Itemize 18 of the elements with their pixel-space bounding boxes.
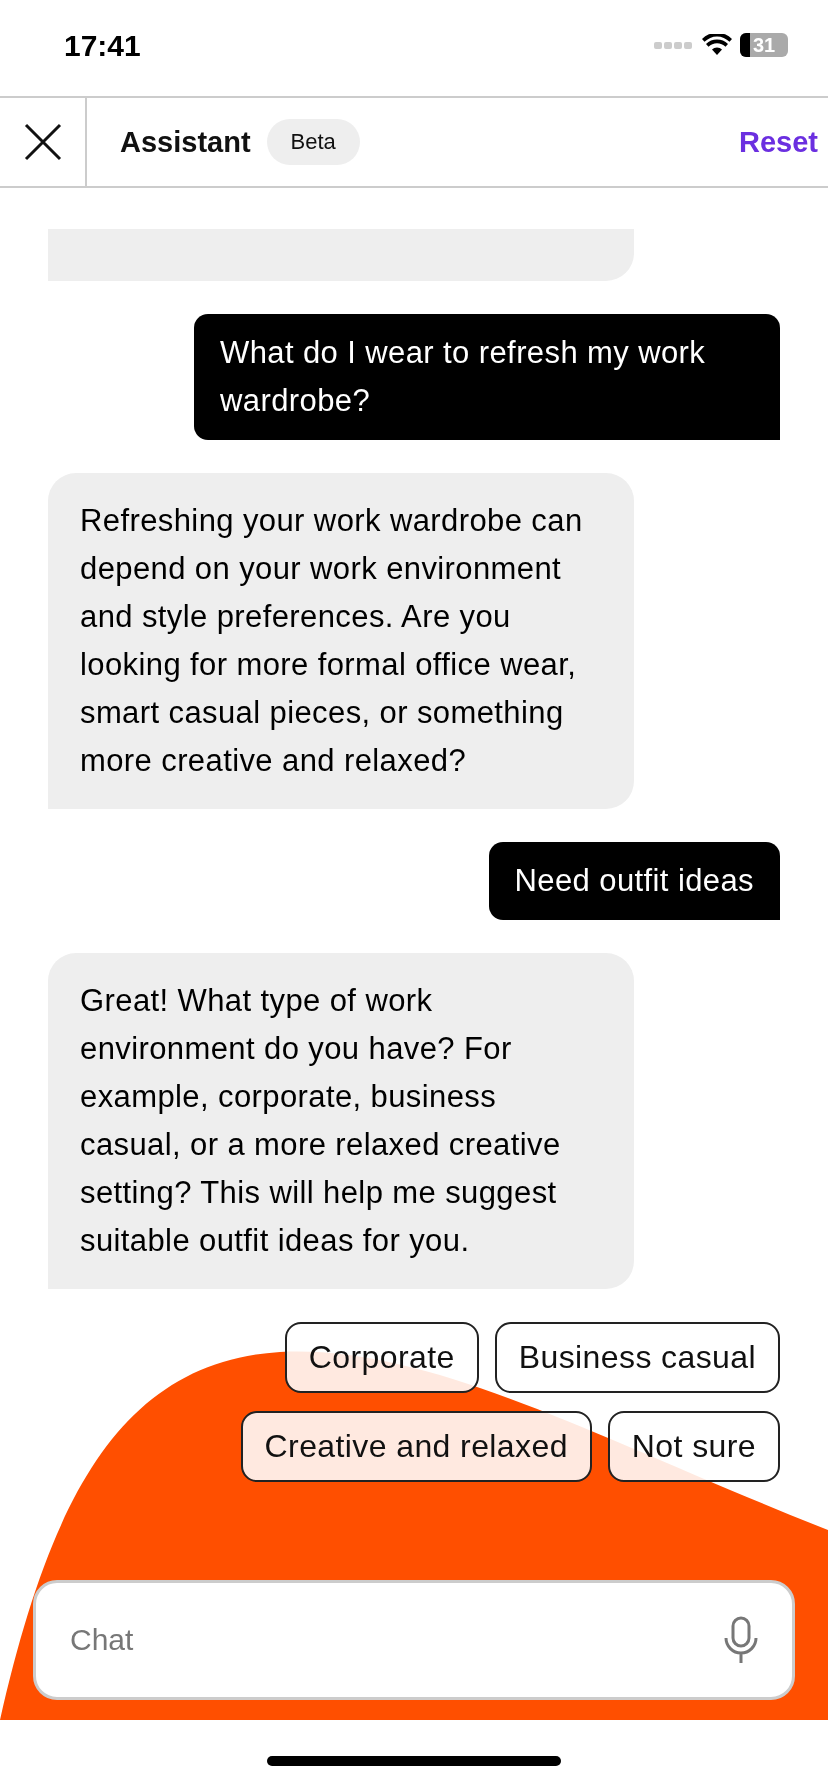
chat-input-field[interactable]: Chat [33,1580,795,1700]
microphone-icon[interactable] [723,1616,759,1664]
header-title: Assistant [120,125,251,159]
assistant-message: Great! What type of work environment do you have? For example, corporate, business casual, or a more relaxed creative setting? This will help me suggest suitable outfit ideas for you. [48,953,634,1289]
user-message: What do I wear to refresh my work wardrobe? [194,314,780,440]
status-time: 17:41 [64,29,141,63]
suggestion-chip[interactable]: Not sure [607,1411,780,1482]
user-message: Need outfit ideas [488,842,780,920]
suggestion-chip[interactable]: Creative and relaxed [240,1411,592,1482]
battery-icon: 31 [740,33,788,57]
suggestion-chip[interactable]: Business casual [494,1322,780,1393]
close-icon [23,123,62,161]
beta-badge: Beta [266,119,360,165]
wifi-icon [702,34,732,56]
signal-icon [654,40,694,50]
suggestion-chip[interactable]: Corporate [284,1322,479,1393]
reset-button[interactable]: Reset [739,125,818,159]
assistant-message: Refreshing your work wardrobe can depend on your work environment and style preferences. Are you looking for more formal office wear, smart casual pieces, or something more creative and relaxed? [48,473,634,809]
